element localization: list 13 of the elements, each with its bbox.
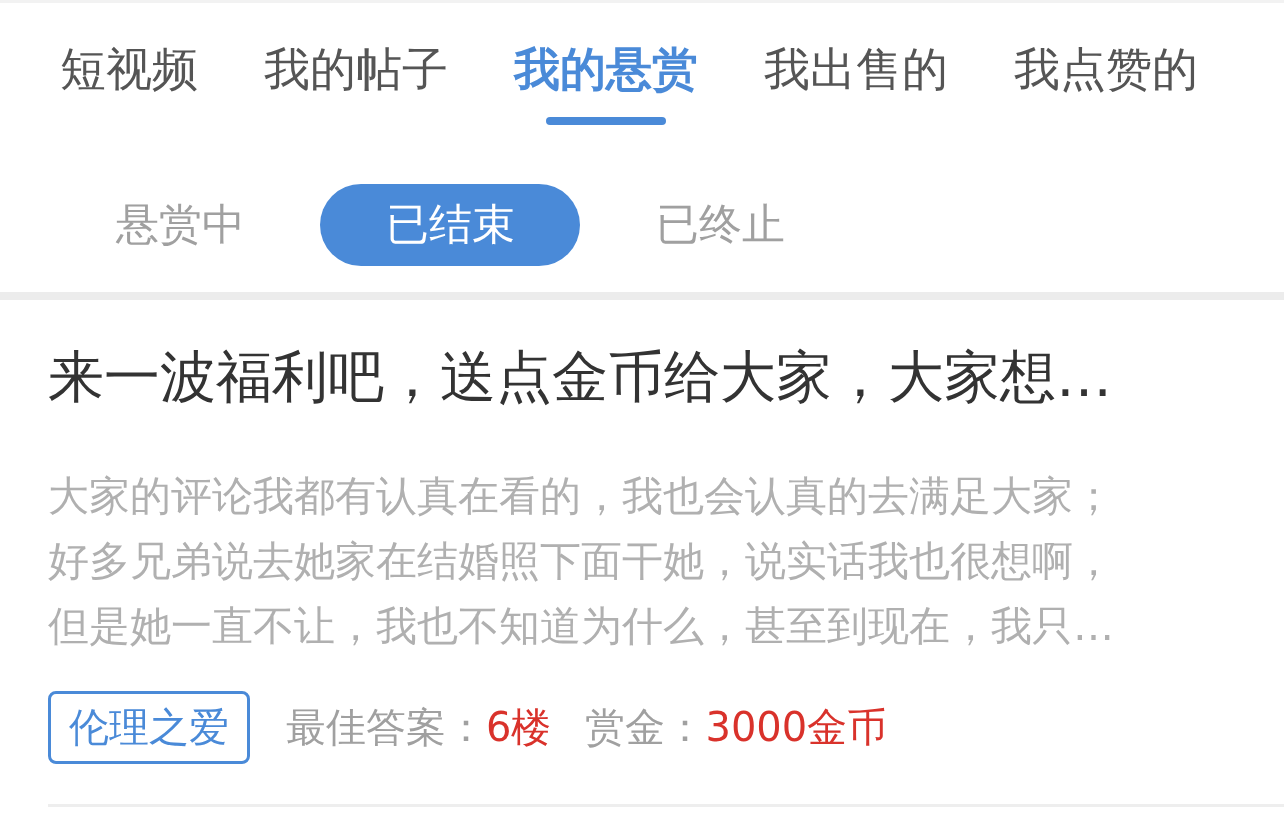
- post-title[interactable]: 来一波福利吧，送点金币给大家，大家想…: [48, 342, 1284, 412]
- reward-label: 赏金：: [585, 703, 706, 752]
- best-answer-label: 最佳答案：: [286, 703, 486, 752]
- post-excerpt: 大家的评论我都有认真在看的，我也会认真的去满足大家；好多兄弟说去她家在结婚照下面干她，说实话我也很想啊，但是她一直不让，我也不知道为什么，甚至到现在，我只…: [48, 471, 1115, 652]
- best-answer-floor: 6楼: [486, 703, 552, 752]
- category-tag: 伦理之爱: [48, 691, 250, 764]
- category-tab[interactable]: 我点赞的: [1014, 29, 1198, 109]
- category-tab[interactable]: 我的悬赏: [514, 29, 698, 109]
- status-filter[interactable]: 已结束: [320, 184, 580, 266]
- category-tab[interactable]: 短视频: [60, 29, 198, 109]
- reward-amount: 3000金币: [705, 703, 888, 752]
- category-tab[interactable]: 我出售的: [764, 29, 948, 109]
- category-tab[interactable]: 我的帖子: [264, 29, 448, 109]
